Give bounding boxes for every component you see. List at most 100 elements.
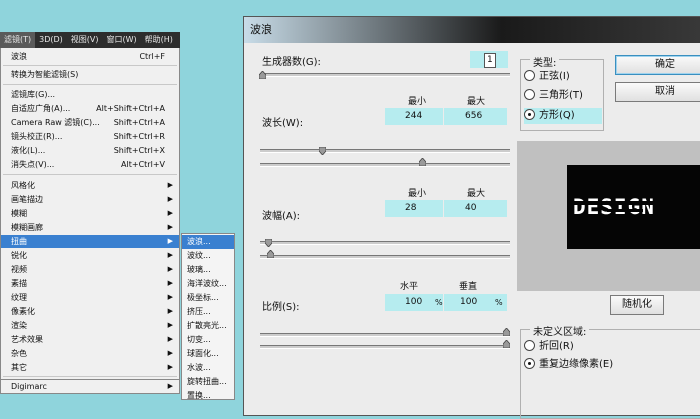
menu-item-blur-gallery[interactable]: 模糊画廊 ▶: [1, 221, 179, 234]
slider-thumb-icon: [319, 147, 326, 155]
ok-button[interactable]: 确定: [615, 55, 700, 75]
menu-item-artistic[interactable]: 艺术效果 ▶: [1, 333, 179, 346]
submenu-item-twirl[interactable]: 旋转扭曲...: [182, 375, 234, 389]
scale-horizontal-thumb[interactable]: [503, 328, 510, 336]
submenu-item-polar-coordinates[interactable]: 极坐标...: [182, 291, 234, 305]
scale-horizontal-input[interactable]: 100: [405, 294, 422, 311]
menu-item-label: 杂色: [11, 349, 27, 358]
type-triangle-radio[interactable]: 三角形(T): [524, 88, 602, 104]
amplitude-max-header: 最大: [466, 189, 485, 199]
wavelength-min-thumb[interactable]: [319, 147, 326, 155]
menu-item-label: 模糊: [11, 209, 27, 218]
menu-item-liquify[interactable]: 液化(L)... Shift+Ctrl+X: [1, 144, 179, 157]
radio-label: 正弦(I): [539, 71, 570, 82]
menu-item-label: 素描: [11, 279, 27, 288]
radio-icon: [524, 339, 535, 351]
menu-item-texture[interactable]: 纹理 ▶: [1, 291, 179, 304]
menu-item-filter-gallery[interactable]: 滤镜库(G)...: [1, 88, 179, 101]
menu-item-vanishing-point[interactable]: 消失点(V)... Alt+Ctrl+V: [1, 158, 179, 171]
amplitude-max-thumb[interactable]: [267, 250, 274, 258]
menu-item-sharpen[interactable]: 锐化 ▶: [1, 249, 179, 262]
menu-item-lens-correction[interactable]: 镜头校正(R)... Shift+Ctrl+R: [1, 130, 179, 143]
menu-help[interactable]: 帮助(H): [141, 32, 177, 48]
amplitude-min-thumb[interactable]: [265, 239, 272, 247]
randomize-button[interactable]: 随机化: [610, 295, 664, 315]
cancel-button[interactable]: 取消: [615, 82, 700, 102]
menu-item-stylize[interactable]: 风格化 ▶: [1, 179, 179, 192]
amplitude-max-input[interactable]: 40: [465, 200, 476, 217]
menu-item-brush-strokes[interactable]: 画笔描边 ▶: [1, 193, 179, 206]
wavelength-max-slider[interactable]: [260, 163, 510, 167]
submenu-item-wave[interactable]: 波浪...: [182, 235, 234, 249]
menu-item-camera-raw[interactable]: Camera Raw 滤镜(C)... Shift+Ctrl+A: [1, 116, 179, 129]
generators-slider[interactable]: [260, 73, 510, 77]
preview-area: DESIGN: [517, 141, 700, 291]
menu-item-sketch[interactable]: 素描 ▶: [1, 277, 179, 290]
scale-label: 比例(S):: [262, 302, 300, 313]
submenu-item-diffuse-glow[interactable]: 扩散亮光...: [182, 319, 234, 333]
submenu-item-zigzag[interactable]: 水波...: [182, 361, 234, 375]
scale-vertical-slider[interactable]: [260, 345, 510, 349]
menu-item-shortcut: Ctrl+F: [139, 52, 165, 61]
menu-item-distort[interactable]: 扭曲 ▶: [1, 235, 179, 248]
submenu-item-ripple[interactable]: 波纹...: [182, 249, 234, 263]
slider-thumb-icon: [503, 340, 510, 348]
menu-separator: [3, 65, 177, 66]
wavelength-max-input[interactable]: 656: [465, 108, 482, 125]
menu-item-label: 镜头校正(R)...: [11, 132, 63, 141]
wavelength-min-slider[interactable]: [260, 149, 510, 153]
amplitude-min-slider[interactable]: [260, 241, 510, 245]
scale-horizontal-slider[interactable]: [260, 333, 510, 337]
menu-item-label: 风格化: [11, 181, 35, 190]
menu-item-last-filter[interactable]: 波浪 Ctrl+F: [1, 50, 179, 63]
scale-vertical-input[interactable]: 100: [460, 294, 477, 311]
submenu-arrow-icon: ▶: [167, 251, 173, 259]
generators-input[interactable]: 1: [470, 51, 508, 68]
type-sine-radio[interactable]: 正弦(I): [524, 69, 602, 85]
menu-window[interactable]: 窗口(W): [103, 32, 141, 48]
menu-item-blur[interactable]: 模糊 ▶: [1, 207, 179, 220]
menu-item-render[interactable]: 渲染 ▶: [1, 319, 179, 332]
submenu-item-spherize[interactable]: 球面化...: [182, 347, 234, 361]
menu-item-label: 扭曲: [11, 237, 27, 246]
wavelength-max-thumb[interactable]: [419, 158, 426, 166]
submenu-arrow-icon: ▶: [167, 321, 173, 329]
scale-vertical-thumb[interactable]: [503, 340, 510, 348]
menu-item-noise[interactable]: 杂色 ▶: [1, 347, 179, 360]
menu-item-video[interactable]: 视频 ▶: [1, 263, 179, 276]
menu-item-digimarc[interactable]: Digimarc ▶: [0, 380, 180, 394]
menu-item-other[interactable]: 其它 ▶: [1, 361, 179, 374]
amplitude-min-input[interactable]: 28: [405, 200, 416, 217]
repeat-edge-pixels-radio[interactable]: 重复边缘像素(E): [524, 357, 644, 373]
submenu-arrow-icon: ▶: [167, 382, 173, 390]
menu-filter[interactable]: 滤镜(T): [0, 32, 36, 48]
radio-selected-icon: [524, 357, 535, 369]
submenu-item-ocean-ripple[interactable]: 海洋波纹...: [182, 277, 234, 291]
menu-item-pixelate[interactable]: 像素化 ▶: [1, 305, 179, 318]
menu-item-label: 波浪: [11, 52, 27, 61]
submenu-arrow-icon: ▶: [167, 265, 173, 273]
wrap-around-radio[interactable]: 折回(R): [524, 339, 624, 355]
field-divider: [443, 294, 444, 311]
menu-separator: [3, 376, 177, 377]
wavelength-min-input[interactable]: 244: [405, 108, 422, 125]
type-group-title: 类型:: [530, 54, 560, 69]
amplitude-max-slider[interactable]: [260, 255, 510, 259]
submenu-item-pinch[interactable]: 挤压...: [182, 305, 234, 319]
submenu-item-shear[interactable]: 切变...: [182, 333, 234, 347]
scale-fields: 100 % 100 %: [385, 294, 507, 311]
submenu-item-displace[interactable]: 置换...: [182, 389, 234, 403]
radio-icon: [524, 69, 535, 81]
slider-thumb-icon: [419, 158, 426, 166]
menu-item-adaptive-wide-angle[interactable]: 自适应广角(A)... Alt+Shift+Ctrl+A: [1, 102, 179, 115]
menu-item-label: 画笔描边: [11, 195, 43, 204]
generators-slider-thumb[interactable]: [259, 71, 266, 79]
menu-3d[interactable]: 3D(D): [35, 32, 67, 48]
slider-thumb-icon: [259, 71, 266, 79]
type-square-radio[interactable]: 方形(Q): [524, 108, 602, 124]
menu-item-smart-filter[interactable]: 转换为智能滤镜(S): [1, 68, 179, 81]
scale-vertical-header: 垂直: [458, 282, 477, 292]
submenu-item-glass[interactable]: 玻璃...: [182, 263, 234, 277]
submenu-arrow-icon: ▶: [167, 363, 173, 371]
menu-view[interactable]: 视图(V): [67, 32, 103, 48]
